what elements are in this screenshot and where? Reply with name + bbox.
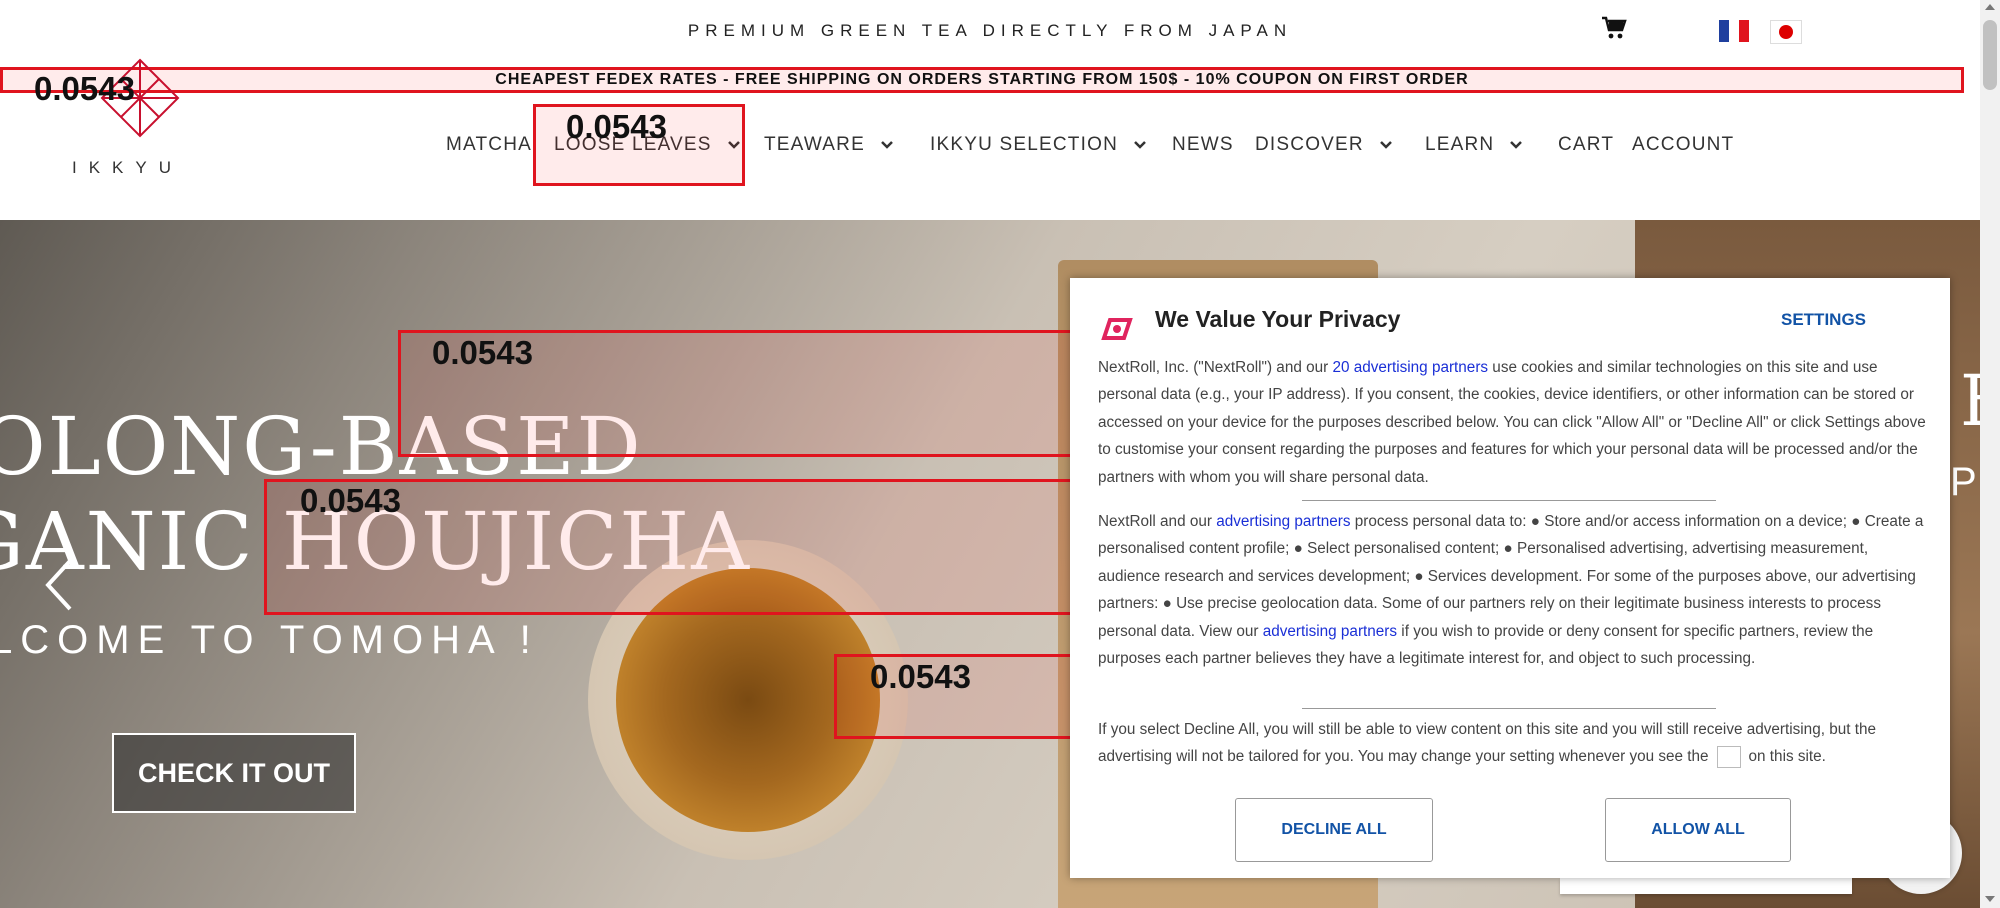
carousel-prev-arrow-icon[interactable] (40, 555, 76, 615)
scroll-thumb[interactable] (1983, 20, 1997, 90)
japanese-flag-icon[interactable] (1770, 20, 1802, 44)
privacy-settings-link[interactable]: SETTINGS (1781, 310, 1866, 330)
top-tagline-bar: PREMIUM GREEN TEA DIRECTLY FROM JAPAN (0, 0, 1980, 62)
advertising-partners-link[interactable]: advertising partners (1263, 623, 1397, 640)
privacy-title: We Value Your Privacy (1155, 306, 1401, 332)
nav-ikkyu-selection[interactable]: IKKYU SELECTION (930, 130, 1148, 160)
nav-label: CART (1558, 134, 1615, 155)
cart-icon[interactable] (1601, 16, 1627, 40)
privacy-paragraph-3: If you select Decline All, you will stil… (1098, 716, 1928, 771)
chat-widget-bar[interactable] (1560, 878, 1852, 894)
decline-all-button[interactable]: DECLINE ALL (1235, 798, 1433, 862)
chevron-down-icon (1510, 141, 1523, 149)
nav-news[interactable]: NEWS (1172, 130, 1234, 160)
scroll-up-arrow-icon[interactable] (1985, 4, 1995, 10)
privacy-text: NextRoll and our (1098, 513, 1217, 530)
nav-label: IKKYU SELECTION (930, 134, 1118, 155)
page-scrollbar[interactable] (1980, 0, 2000, 908)
advertising-partners-link[interactable]: advertising partners (1216, 513, 1350, 530)
tagline: PREMIUM GREEN TEA DIRECTLY FROM JAPAN (687, 21, 1293, 40)
nav-label: DISCOVER (1255, 134, 1364, 155)
logo-text: IKKYU (72, 158, 184, 177)
privacy-text: on this site. (1748, 748, 1826, 766)
privacy-paragraph-1: NextRoll, Inc. ("NextRoll") and our 20 a… (1098, 354, 1928, 491)
privacy-divider (1302, 500, 1716, 501)
privacy-consent-dialog: We Value Your Privacy SETTINGS NextRoll,… (1070, 278, 1950, 878)
scroll-down-arrow-icon[interactable] (1985, 896, 1995, 902)
privacy-settings-icon[interactable] (1716, 746, 1741, 769)
nextroll-logo-icon (1101, 318, 1133, 340)
chevron-down-icon (881, 141, 893, 149)
privacy-text: process personal data to: ● Store and/or… (1098, 513, 1924, 640)
shipping-banner-text: CHEAPEST FEDEX RATES - FREE SHIPPING ON … (495, 71, 1469, 88)
privacy-paragraph-2: NextRoll and our advertising partners pr… (1098, 508, 1928, 672)
chevron-down-icon (1379, 141, 1392, 149)
overlay-label: 0.0543 (300, 482, 401, 519)
nav-teaware[interactable]: TEAWARE (764, 130, 895, 160)
overlay-label: 0.0543 (34, 70, 135, 107)
nav-label: LEARN (1425, 134, 1495, 155)
privacy-text: use cookies and similar technologies on … (1098, 359, 1926, 486)
privacy-divider (1302, 708, 1716, 709)
allow-all-button[interactable]: ALLOW ALL (1605, 798, 1791, 862)
hero-next-subheading: PE (1950, 460, 1980, 504)
nav-label: TEAWARE (764, 134, 865, 155)
overlay-label: 0.0543 (566, 108, 667, 145)
nav-discover[interactable]: DISCOVER (1255, 130, 1394, 160)
nav-label: ACCOUNT (1632, 134, 1735, 155)
check-it-out-button[interactable]: CHECK IT OUT (112, 733, 356, 813)
nav-account[interactable]: ACCOUNT (1632, 130, 1734, 160)
overlay-label: 0.0543 (432, 334, 533, 371)
nav-cart[interactable]: CART (1558, 130, 1614, 160)
overlay-label: 0.0543 (870, 658, 971, 695)
nav-learn[interactable]: LEARN (1425, 130, 1524, 160)
chevron-down-icon (1134, 141, 1146, 149)
privacy-text: NextRoll, Inc. ("NextRoll") and our (1098, 359, 1333, 376)
shipping-banner: CHEAPEST FEDEX RATES - FREE SHIPPING ON … (0, 67, 1964, 93)
nav-label: MATCHA (446, 134, 533, 155)
advertising-partners-link[interactable]: 20 advertising partners (1332, 359, 1488, 376)
hero-subheading: LCOME TO TOMOHA ! (0, 618, 539, 662)
main-nav: MATCHA LOOSE LEAVES TEAWARE IKKYU SELECT… (0, 130, 1980, 160)
hero-next-heading: E (1960, 360, 1980, 442)
nav-matcha[interactable]: MATCHA (446, 130, 532, 160)
french-flag-icon[interactable] (1719, 20, 1749, 42)
nav-label: NEWS (1172, 134, 1234, 155)
